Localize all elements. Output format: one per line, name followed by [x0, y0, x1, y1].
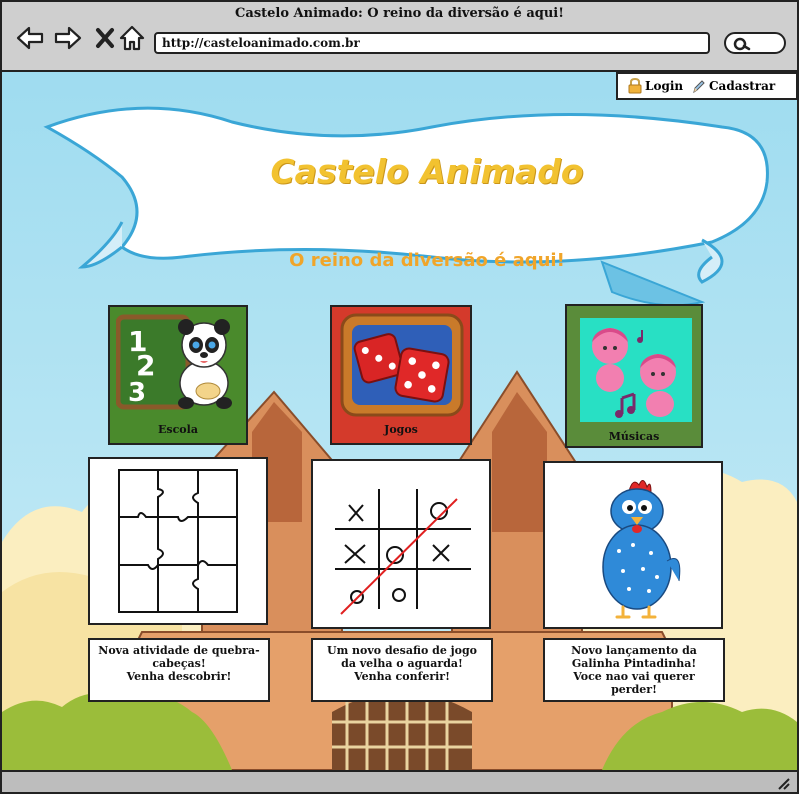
pencil-icon [693, 80, 705, 94]
arrow-right-icon[interactable] [54, 24, 82, 52]
category-escola[interactable]: 1 2 3 Escola [108, 305, 248, 445]
category-musicas[interactable]: Músicas [565, 304, 703, 448]
status-bar [2, 770, 797, 792]
news-image-tictactoe[interactable] [311, 459, 491, 629]
news-image-puzzle[interactable] [88, 457, 268, 625]
tic-tac-toe-icon [335, 489, 471, 615]
site-title: Castelo Animado [270, 152, 584, 191]
news-image-galinha[interactable] [543, 461, 723, 629]
news-text-tictactoe[interactable]: Um novo desafio de jogo da velha o aguar… [311, 638, 493, 702]
page-content: Login Cadastrar Castelo Animado O reino … [2, 72, 797, 770]
login-label: Login [645, 79, 684, 93]
arrow-left-icon[interactable] [16, 24, 44, 52]
home-icon[interactable] [118, 24, 146, 52]
search-icon[interactable] [732, 36, 752, 52]
category-label: Jogos [384, 423, 418, 436]
login-link[interactable]: Login [628, 78, 683, 94]
search-box[interactable] [724, 32, 786, 54]
news-text-puzzle[interactable]: Nova atividade de quebra- cabeças! Venha… [88, 638, 270, 702]
lock-icon [628, 78, 642, 94]
register-link[interactable]: Cadastrar [692, 78, 775, 94]
site-subtitle: O reino da diversão é aqui! [289, 250, 565, 271]
browser-toolbar: Castelo Animado: O reino da diversão é a… [2, 2, 797, 72]
category-jogos[interactable]: Jogos [330, 305, 472, 445]
close-icon[interactable] [92, 24, 120, 52]
category-label: Músicas [608, 430, 660, 443]
window-title: Castelo Animado: O reino da diversão é a… [235, 6, 564, 21]
puzzle-icon [118, 469, 238, 613]
resize-grip-icon[interactable] [775, 776, 791, 790]
browser-window: Castelo Animado: O reino da diversão é a… [0, 0, 799, 794]
school-panda-icon: 1 2 3 [116, 314, 232, 410]
svg-text:3: 3 [128, 378, 146, 408]
url-bar[interactable]: http://casteloanimado.com.br [154, 32, 710, 54]
register-label: Cadastrar [709, 79, 776, 93]
news-text-galinha[interactable]: Novo lançamento da Galinha Pintadinha! V… [543, 638, 725, 702]
dice-icon [340, 313, 464, 417]
music-icon [580, 318, 692, 422]
galinha-pintadinha-icon [602, 480, 681, 619]
category-label: Escola [158, 423, 198, 436]
auth-links: Login Cadastrar [616, 72, 797, 100]
